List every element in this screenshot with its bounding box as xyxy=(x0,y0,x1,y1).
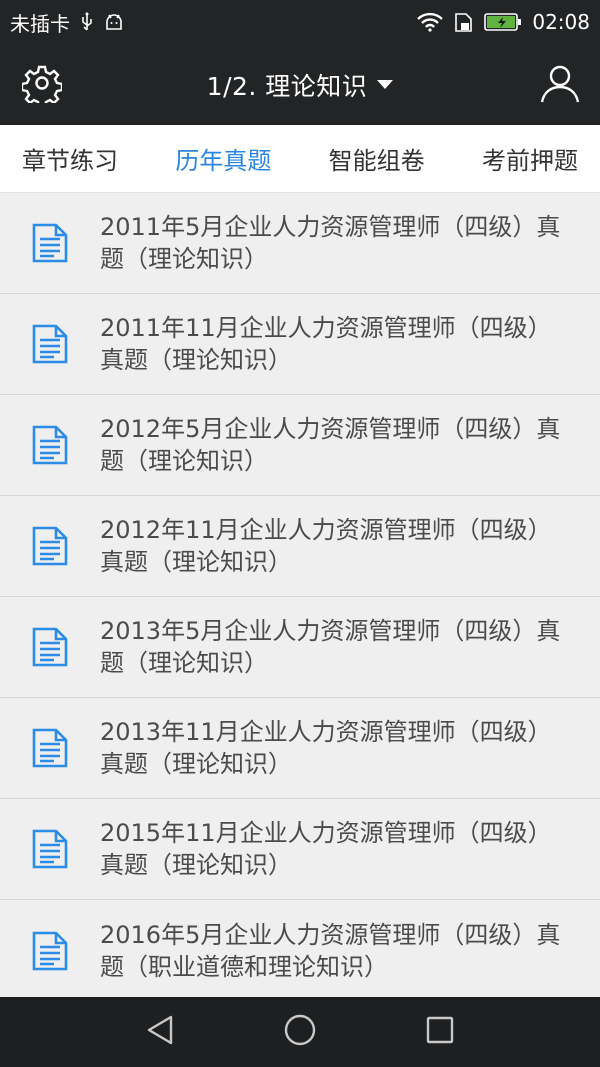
list-item[interactable]: 2011年11月企业人力资源管理师（四级）真题（理论知识） xyxy=(0,294,600,395)
wifi-icon xyxy=(416,12,444,32)
item-title: 2012年5月企业人力资源管理师（四级）真题（理论知识） xyxy=(100,415,561,475)
item-title: 2012年11月企业人力资源管理师（四级）真题（理论知识） xyxy=(100,516,552,576)
carrier-text: 未插卡 xyxy=(10,11,70,36)
recents-square-icon xyxy=(425,1015,455,1049)
gear-icon xyxy=(20,63,64,108)
item-title: 2015年11月企业人力资源管理师（四级）真题（理论知识） xyxy=(100,819,552,879)
document-icon xyxy=(0,526,100,566)
settings-button[interactable] xyxy=(20,63,64,108)
document-icon xyxy=(0,829,100,869)
account-button[interactable] xyxy=(538,61,582,109)
battery-charging-icon xyxy=(484,12,522,32)
document-icon xyxy=(0,324,100,364)
list-item[interactable]: 2011年5月企业人力资源管理师（四级）真题（理论知识） xyxy=(0,193,600,294)
recents-button[interactable] xyxy=(410,1002,470,1062)
home-button[interactable] xyxy=(270,1002,330,1062)
clock: 02:08 xyxy=(532,10,590,34)
status-right: 02:08 xyxy=(416,10,590,34)
document-icon xyxy=(0,627,100,667)
usb-icon xyxy=(80,12,94,32)
list-item[interactable]: 2012年5月企业人力资源管理师（四级）真题（理论知识） xyxy=(0,395,600,496)
sim-icon xyxy=(454,11,474,33)
back-button[interactable] xyxy=(130,1002,190,1062)
list-item[interactable]: 2016年5月企业人力资源管理师（四级）真题（职业道德和理论知识） xyxy=(0,900,600,997)
tab-smart-paper[interactable]: 智能组卷 xyxy=(329,141,425,176)
list-item[interactable]: 2013年11月企业人力资源管理师（四级）真题（理论知识） xyxy=(0,698,600,799)
home-circle-icon xyxy=(283,1013,317,1051)
document-icon xyxy=(0,425,100,465)
document-icon xyxy=(0,728,100,768)
item-title: 2013年5月企业人力资源管理师（四级）真题（理论知识） xyxy=(100,617,561,677)
system-nav-bar xyxy=(0,997,600,1067)
android-debug-icon xyxy=(104,13,124,31)
subject-selector[interactable]: 1/2. 理论知识 xyxy=(207,67,394,103)
item-title: 2013年11月企业人力资源管理师（四级）真题（理论知识） xyxy=(100,718,552,778)
back-triangle-icon xyxy=(145,1014,175,1050)
document-icon xyxy=(0,931,100,971)
exam-list: 2011年5月企业人力资源管理师（四级）真题（理论知识） 2011年11月企业人… xyxy=(0,193,600,997)
user-icon xyxy=(538,61,582,109)
tab-pre-exam[interactable]: 考前押题 xyxy=(482,141,578,176)
item-title: 2011年11月企业人力资源管理师（四级）真题（理论知识） xyxy=(100,314,552,374)
list-item[interactable]: 2012年11月企业人力资源管理师（四级）真题（理论知识） xyxy=(0,496,600,597)
status-bar: 未插卡 02:08 xyxy=(0,0,600,44)
item-title: 2011年5月企业人力资源管理师（四级）真题（理论知识） xyxy=(100,213,561,273)
tab-bar: 章节练习 历年真题 智能组卷 考前押题 xyxy=(0,125,600,193)
tab-chapter-practice[interactable]: 章节练习 xyxy=(22,141,118,176)
document-icon xyxy=(0,223,100,263)
status-left: 未插卡 xyxy=(10,8,124,37)
tab-past-exams[interactable]: 历年真题 xyxy=(175,141,271,176)
app-bar: 1/2. 理论知识 xyxy=(0,44,600,125)
list-item[interactable]: 2015年11月企业人力资源管理师（四级）真题（理论知识） xyxy=(0,799,600,900)
page-title: 1/2. 理论知识 xyxy=(206,71,368,101)
item-title: 2016年5月企业人力资源管理师（四级）真题（职业道德和理论知识） xyxy=(100,920,561,981)
list-item[interactable]: 2013年5月企业人力资源管理师（四级）真题（理论知识） xyxy=(0,597,600,698)
caret-down-icon xyxy=(377,80,394,89)
